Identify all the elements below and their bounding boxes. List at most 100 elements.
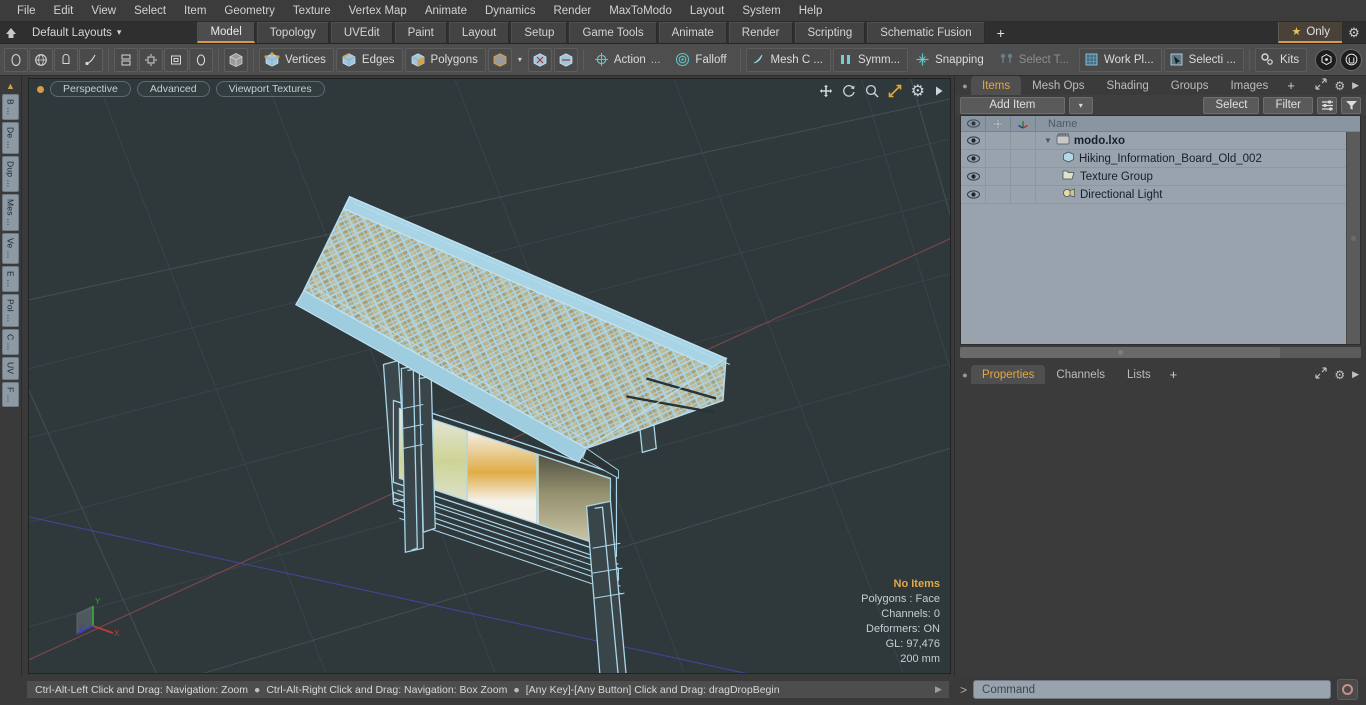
fit-icon[interactable] xyxy=(888,84,902,98)
tab-lists[interactable]: Lists xyxy=(1116,365,1162,384)
chevron-down-icon[interactable]: ▾ xyxy=(514,55,526,64)
viewport-shading-dropdown[interactable]: Advanced xyxy=(136,81,210,97)
add-layout-tab-button[interactable]: + xyxy=(987,22,1015,43)
expander-icon[interactable]: ▼ xyxy=(1044,136,1052,145)
command-input[interactable]: Command xyxy=(973,680,1331,699)
menu-item-vertex-map[interactable]: Vertex Map xyxy=(340,0,416,22)
tab-game-tools[interactable]: Game Tools xyxy=(569,22,657,43)
tab-animate[interactable]: Animate xyxy=(658,22,727,43)
ellipse-icon[interactable] xyxy=(189,47,213,72)
menu-item-edit[interactable]: Edit xyxy=(45,0,83,22)
mesh-constraint-button[interactable]: Mesh C ... xyxy=(745,47,831,72)
status-scroll-arrows[interactable]: ▶ xyxy=(935,684,949,695)
left-tab-deform[interactable]: De ... xyxy=(2,122,19,154)
left-tab-curve[interactable]: C ... xyxy=(2,328,19,356)
row-axis-cell[interactable] xyxy=(1011,186,1036,203)
tab-uvedit[interactable]: UVEdit xyxy=(330,22,393,43)
mode-polygons-button[interactable]: Polygons xyxy=(404,47,486,72)
select-button[interactable]: Select xyxy=(1203,96,1260,114)
left-tab-duplicate[interactable]: Dup ... xyxy=(2,155,19,193)
work-plane-button[interactable]: Work Pl... xyxy=(1079,47,1162,72)
table-row[interactable]: Directional Light xyxy=(961,186,1346,204)
select-backface-icon[interactable] xyxy=(553,47,578,72)
gear-icon[interactable]: ⚙ xyxy=(1342,22,1366,43)
record-icon[interactable] xyxy=(1337,679,1358,700)
tab-items[interactable]: Items xyxy=(971,76,1022,95)
perspective-viewport[interactable]: Perspective Advanced Viewport Textures ⚙… xyxy=(28,78,951,674)
menu-item-help[interactable]: Help xyxy=(790,0,832,22)
rotate-icon[interactable] xyxy=(842,84,856,98)
items-tree-vertical-scrollbar[interactable] xyxy=(1346,132,1360,344)
select-through-button[interactable]: Select T... xyxy=(994,48,1077,72)
select-through-icon[interactable] xyxy=(527,47,552,72)
curve-icon[interactable] xyxy=(79,47,103,72)
cube-item-icon[interactable] xyxy=(224,47,248,72)
menu-item-maxtomodo[interactable]: MaxToModo xyxy=(600,0,681,22)
row-lock-cell[interactable] xyxy=(986,132,1011,149)
left-tab-fusion[interactable]: F ... xyxy=(2,381,19,408)
table-row[interactable]: Texture Group xyxy=(961,168,1346,186)
move-icon[interactable] xyxy=(819,84,833,98)
row-axis-cell[interactable] xyxy=(1011,132,1036,149)
menu-item-system[interactable]: System xyxy=(733,0,789,22)
row-visibility-toggle[interactable] xyxy=(961,150,986,167)
gear-icon[interactable]: ⚙ xyxy=(1334,79,1345,93)
expand-icon[interactable] xyxy=(1315,366,1327,384)
items-tree[interactable]: Name ▼ modo.lxo Hiking_Information_Board… xyxy=(960,115,1361,345)
tab-images[interactable]: Images xyxy=(1219,76,1279,95)
selection-sets-button[interactable]: Selecti ... xyxy=(1163,47,1244,72)
expand-icon[interactable] xyxy=(1315,77,1327,95)
left-tab-polygon[interactable]: Pol ... xyxy=(2,293,19,327)
row-label-cell[interactable]: Hiking_Information_Board_Old_002 xyxy=(1036,151,1262,166)
add-properties-tab-button[interactable]: + xyxy=(1162,365,1186,384)
tab-shading[interactable]: Shading xyxy=(1096,76,1160,95)
action-center-button[interactable]: Action ... xyxy=(589,48,669,72)
list-options-icon[interactable] xyxy=(1317,96,1337,114)
tab-setup[interactable]: Setup xyxy=(511,22,568,43)
menu-item-dynamics[interactable]: Dynamics xyxy=(476,0,544,22)
row-visibility-toggle[interactable] xyxy=(961,132,986,149)
menu-item-view[interactable]: View xyxy=(82,0,125,22)
gear-icon[interactable]: ⚙ xyxy=(911,81,925,101)
tab-groups[interactable]: Groups xyxy=(1160,76,1220,95)
row-label-cell[interactable]: ▼ modo.lxo xyxy=(1036,133,1125,148)
default-layouts-dropdown[interactable]: Default Layouts ▾ xyxy=(22,22,131,43)
symmetry-button[interactable]: Symm... xyxy=(832,47,909,72)
table-row[interactable]: ▼ modo.lxo xyxy=(961,132,1346,150)
items-tree-horizontal-scrollbar[interactable] xyxy=(960,347,1361,358)
unreal-logo-icon[interactable] xyxy=(1340,48,1362,71)
tab-render[interactable]: Render xyxy=(728,22,793,43)
tab-model[interactable]: Model xyxy=(197,22,255,43)
left-tab-edge[interactable]: E ... xyxy=(2,265,19,292)
row-axis-cell[interactable] xyxy=(1011,168,1036,185)
model-hiking-information-board[interactable] xyxy=(29,79,950,673)
add-panel-tab-button[interactable]: + xyxy=(1279,76,1303,95)
chevron-right-icon[interactable]: ▶ xyxy=(1352,369,1359,380)
home-icon[interactable] xyxy=(0,22,22,43)
menu-item-file[interactable]: File xyxy=(8,0,45,22)
tab-properties[interactable]: Properties xyxy=(971,365,1046,384)
row-lock-cell[interactable] xyxy=(986,186,1011,203)
menu-item-select[interactable]: Select xyxy=(125,0,175,22)
menu-item-item[interactable]: Item xyxy=(175,0,215,22)
left-tab-vertex[interactable]: Ve ... xyxy=(2,233,19,264)
viewport-projection-dropdown[interactable]: Perspective xyxy=(50,81,131,97)
left-tab-basic[interactable]: B ... xyxy=(2,94,19,121)
row-visibility-toggle[interactable] xyxy=(961,186,986,203)
add-item-button[interactable]: Add Item xyxy=(960,96,1065,114)
viewport-textures-dropdown[interactable]: Viewport Textures xyxy=(215,81,325,97)
tab-scripting[interactable]: Scripting xyxy=(794,22,866,43)
left-tab-uv[interactable]: UV xyxy=(2,357,19,380)
pin-icon[interactable]: ▲ xyxy=(4,80,18,92)
only-toggle-button[interactable]: ★ Only xyxy=(1278,22,1342,43)
mode-vertices-button[interactable]: Vertices xyxy=(259,47,334,72)
play-arrow-icon[interactable] xyxy=(934,85,944,97)
square-icon[interactable] xyxy=(164,47,188,72)
menu-item-layout[interactable]: Layout xyxy=(681,0,734,22)
menu-item-render[interactable]: Render xyxy=(544,0,600,22)
menu-item-animate[interactable]: Animate xyxy=(416,0,476,22)
center-icon[interactable] xyxy=(139,47,163,72)
snapping-button[interactable]: Snapping xyxy=(910,48,992,72)
tab-topology[interactable]: Topology xyxy=(256,22,329,43)
zoom-icon[interactable] xyxy=(865,84,879,98)
